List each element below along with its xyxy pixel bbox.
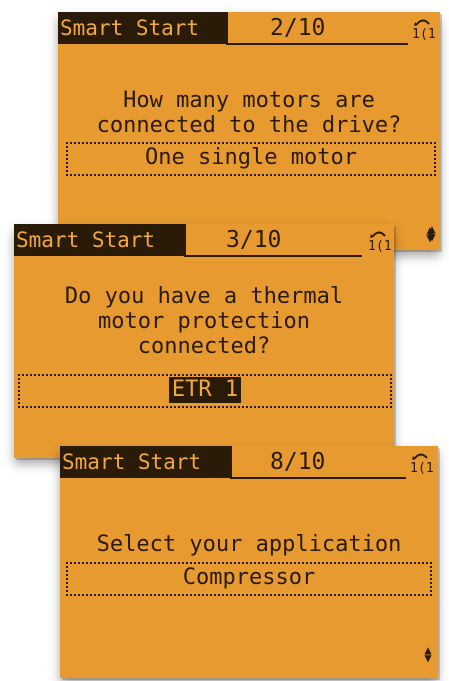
title-bar: Smart Start 3/10 1 (1) [14,224,394,257]
answer-selector[interactable]: ETR 1 [18,374,392,408]
lcp-screen-step-2: Smart Start 2/10 1 (1) How many motors a… [58,12,440,250]
step-counter: 2/10 [270,15,326,41]
question-text: Select your application [60,532,438,557]
screen-title: Smart Start [14,224,186,256]
step-counter: 3/10 [226,227,282,253]
up-down-arrows-icon[interactable]: ▲ ▼ [422,644,434,664]
answer-selector[interactable]: Compressor [66,562,432,596]
question-line: Do you have a thermal [64,284,344,309]
title-bar: Smart Start 8/10 1 (1) [60,446,438,479]
menu-tree-icon: 1 (1) [368,231,392,254]
svg-text:(1): (1) [376,239,392,254]
answer-value: ETR 1 [168,377,242,403]
svg-text:1: 1 [368,239,376,254]
title-underline [226,43,408,45]
title-bar: Smart Start 2/10 1 (1) [58,12,440,45]
lcp-screen-step-8: Smart Start 8/10 1 (1) Select your appli… [60,446,438,678]
question-line: connected? [137,334,271,359]
answer-selector[interactable]: One single motor [66,142,436,176]
answer-value: Compressor [182,565,316,590]
question-line: motor protection [98,309,310,334]
answer-value: One single motor [145,145,357,170]
title-underline [230,477,406,479]
question-line: Select your application [96,532,402,557]
step-counter: 8/10 [270,449,326,475]
menu-tree-icon: 1 (1) [412,19,436,42]
question-line: connected to the drive? [96,113,402,138]
screen-title: Smart Start [58,12,228,44]
question-text: Do you have a thermal motor protection c… [14,284,394,359]
screen-title: Smart Start [60,446,232,478]
svg-text:1: 1 [410,461,418,476]
question-line: How many motors are [123,88,375,113]
up-down-arrows-icon[interactable]: ▲ ▼ [424,224,436,244]
lcp-screen-step-3: Smart Start 3/10 1 (1) Do you have a the… [14,224,394,458]
menu-tree-icon: 1 (1) [410,453,434,476]
question-text: How many motors are connected to the dri… [58,88,440,138]
svg-text:(1): (1) [420,27,436,42]
title-underline [184,255,362,257]
svg-text:(1): (1) [418,461,434,476]
svg-text:1: 1 [412,27,420,42]
